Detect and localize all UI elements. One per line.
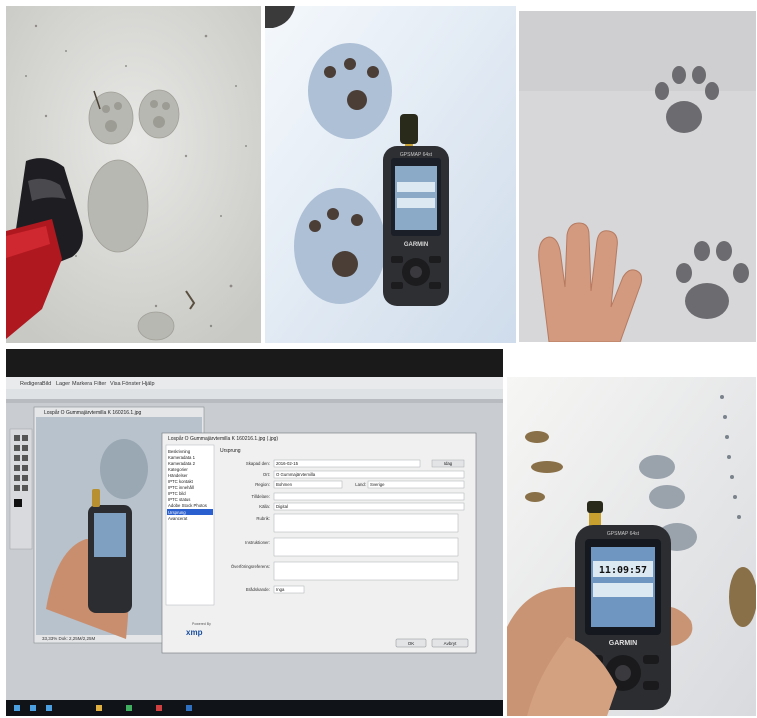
field-label: Region: (255, 482, 270, 487)
photo-hand-gps: 11:09:57 GPSMAP 64st GARMIN (507, 377, 756, 716)
headline-field[interactable] (273, 513, 459, 533)
section-title: Ursprung (220, 448, 241, 454)
gps-model-label: GPSMAP 64st (607, 531, 640, 537)
gps-time-readout: 11:09:57 (599, 565, 647, 576)
photo-snow-boot (6, 6, 261, 343)
menu-item[interactable]: Filter (94, 381, 106, 387)
source-field[interactable] (273, 502, 465, 511)
menu-item[interactable]: Redigera (20, 381, 43, 387)
field-label: Instruktioner: (245, 540, 270, 545)
sidebar-item[interactable]: IPTC innehåll (168, 485, 194, 490)
city-value: O Gummajärvtemilla (276, 472, 316, 477)
field-label: Överföringsreferens: (231, 564, 270, 569)
menu-item[interactable]: Fönster (122, 381, 141, 387)
photo-monitor: Redigera Bild Lager Markera Filter Visa … (6, 349, 503, 716)
photo-hand-gps-image: 11:09:57 GPSMAP 64st GARMIN (507, 377, 756, 716)
dialog-title: Lospår O Gummajärvtemilla K 160216.1.jpg… (168, 435, 278, 442)
xmp-caption: Powered By (192, 622, 211, 626)
field-label: Tilldelare: (252, 494, 270, 499)
field-label: Källa: (259, 504, 270, 509)
sidebar-item[interactable]: IPTC kontakt (168, 479, 194, 484)
photo-tracks-gps-image: GPSMAP 64st GARMIN (265, 6, 516, 343)
menu-item[interactable]: Bild (42, 381, 51, 387)
gps-brand-label: GARMIN (609, 640, 637, 647)
photo-tracks-gps: GPSMAP 64st GARMIN (265, 6, 516, 343)
field-label: Skapad den: (246, 461, 270, 466)
photo-monitor-image: Redigera Bild Lager Markera Filter Visa … (6, 349, 503, 716)
sidebar-item-selected[interactable]: Ursprung (168, 510, 186, 515)
ok-button-label: OK (408, 641, 415, 646)
xmp-logo: xmp (186, 628, 203, 637)
priority-value: Inga (276, 587, 285, 592)
menu-item[interactable]: Markera (72, 381, 93, 387)
photo-snow-boot-image (6, 6, 261, 343)
sidebar-item[interactable]: Kategorier (168, 467, 188, 472)
title-field[interactable] (273, 492, 465, 501)
cancel-button-label: Avbryt (444, 641, 457, 646)
image-window-status: 33,33% Dok: 2,25M/2,25M (42, 636, 96, 641)
photo-tracks-hand (519, 11, 756, 342)
field-label: Ort: (263, 472, 270, 477)
gps-brand-label: GARMIN (404, 242, 428, 248)
region-value: Bohmen (276, 482, 293, 487)
sidebar-item[interactable]: Adobe Stock Photos (168, 503, 207, 508)
instructions-field[interactable] (273, 537, 459, 557)
country-value: Sverige (370, 482, 385, 487)
field-label: Land: (355, 482, 366, 487)
sidebar-item[interactable]: Kameradata 1 (168, 455, 196, 460)
sidebar-item[interactable]: IPTC status (168, 497, 190, 502)
idag-button-label: Idag (444, 461, 453, 466)
sidebar-item[interactable]: Avancerat (168, 516, 188, 521)
transfer-field[interactable] (273, 561, 459, 581)
image-window-title: Lospår O Gummajärvtemilla K 160216.1.jpg (44, 409, 141, 416)
sidebar-item[interactable]: Händelser (168, 473, 188, 478)
sidebar-item[interactable]: IPTC bild (168, 491, 186, 496)
field-label: Brådskande: (246, 587, 270, 592)
gps-model-label: GPSMAP 64st (400, 152, 433, 158)
sidebar-item[interactable]: Beskrivning (168, 449, 191, 454)
photo-tracks-hand-image (519, 11, 756, 342)
menu-item[interactable]: Hjälp (142, 381, 155, 387)
sidebar-item[interactable]: Kameradata 2 (168, 461, 196, 466)
menu-item[interactable]: Visa (110, 381, 122, 387)
date-value: 2016-02-15 (276, 461, 299, 466)
field-label: Rubrik: (256, 516, 270, 521)
source-value: Digital (276, 504, 288, 509)
menu-item[interactable]: Lager (56, 381, 70, 387)
